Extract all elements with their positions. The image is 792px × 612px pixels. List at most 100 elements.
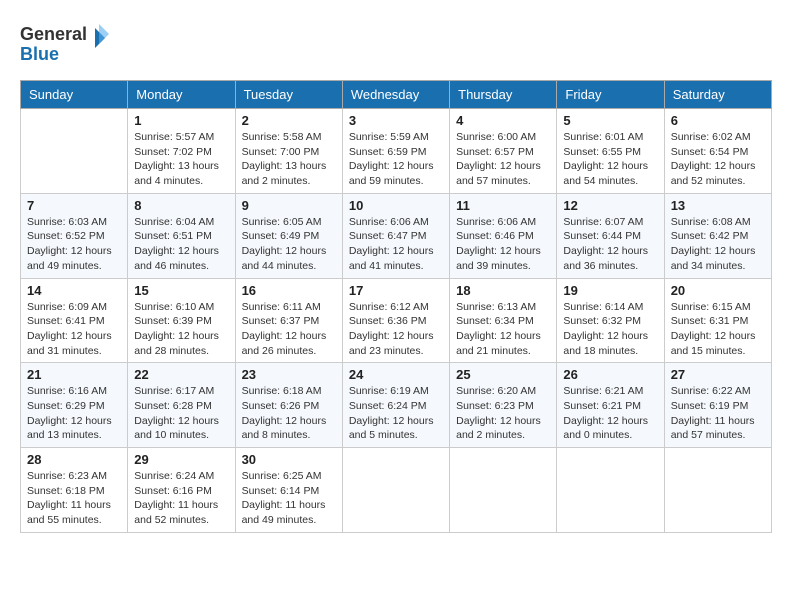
calendar-cell — [664, 448, 771, 533]
calendar-cell: 20 Sunrise: 6:15 AM Sunset: 6:31 PM Dayli… — [664, 278, 771, 363]
day-number: 7 — [27, 198, 121, 213]
calendar-day-header: Monday — [128, 81, 235, 109]
day-info: Sunrise: 6:00 AM Sunset: 6:57 PM Dayligh… — [456, 130, 550, 189]
day-number: 16 — [242, 283, 336, 298]
day-info: Sunrise: 6:03 AM Sunset: 6:52 PM Dayligh… — [27, 215, 121, 274]
calendar-week-row: 1 Sunrise: 5:57 AM Sunset: 7:02 PM Daylig… — [21, 109, 772, 194]
day-info: Sunrise: 5:57 AM Sunset: 7:02 PM Dayligh… — [134, 130, 228, 189]
calendar-cell: 6 Sunrise: 6:02 AM Sunset: 6:54 PM Daylig… — [664, 109, 771, 194]
day-number: 11 — [456, 198, 550, 213]
day-number: 10 — [349, 198, 443, 213]
calendar-day-header: Thursday — [450, 81, 557, 109]
day-info: Sunrise: 6:14 AM Sunset: 6:32 PM Dayligh… — [563, 300, 657, 359]
day-info: Sunrise: 6:06 AM Sunset: 6:46 PM Dayligh… — [456, 215, 550, 274]
day-number: 21 — [27, 367, 121, 382]
calendar-week-row: 14 Sunrise: 6:09 AM Sunset: 6:41 PM Dayli… — [21, 278, 772, 363]
calendar-week-row: 21Sunrise: 6:16 AM Sunset: 6:29 PM Dayli… — [21, 363, 772, 448]
day-number: 29 — [134, 452, 228, 467]
day-number: 6 — [671, 113, 765, 128]
day-info: Sunrise: 5:59 AM Sunset: 6:59 PM Dayligh… — [349, 130, 443, 189]
page-header: General Blue — [20, 20, 772, 70]
day-info: Sunrise: 6:02 AM Sunset: 6:54 PM Dayligh… — [671, 130, 765, 189]
calendar-cell: 17 Sunrise: 6:12 AM Sunset: 6:36 PM Dayli… — [342, 278, 449, 363]
calendar-cell: 24 Sunrise: 6:19 AM Sunset: 6:24 PM Dayli… — [342, 363, 449, 448]
day-info: Sunrise: 6:20 AM Sunset: 6:23 PM Dayligh… — [456, 384, 550, 443]
calendar-cell — [557, 448, 664, 533]
calendar-header-row: SundayMondayTuesdayWednesdayThursdayFrid… — [21, 81, 772, 109]
calendar-week-row: 7 Sunrise: 6:03 AM Sunset: 6:52 PM Daylig… — [21, 193, 772, 278]
calendar-cell: 15 Sunrise: 6:10 AM Sunset: 6:39 PM Dayli… — [128, 278, 235, 363]
day-info: Sunrise: 6:12 AM Sunset: 6:36 PM Dayligh… — [349, 300, 443, 359]
calendar-day-header: Sunday — [21, 81, 128, 109]
calendar-cell: 23 Sunrise: 6:18 AM Sunset: 6:26 PM Dayli… — [235, 363, 342, 448]
calendar-cell: 8 Sunrise: 6:04 AM Sunset: 6:51 PM Daylig… — [128, 193, 235, 278]
day-number: 24 — [349, 367, 443, 382]
day-number: 27 — [671, 367, 765, 382]
day-number: 5 — [563, 113, 657, 128]
calendar-cell: 18Sunrise: 6:13 AM Sunset: 6:34 PM Dayli… — [450, 278, 557, 363]
calendar-cell: 4 Sunrise: 6:00 AM Sunset: 6:57 PM Daylig… — [450, 109, 557, 194]
day-info: Sunrise: 6:15 AM Sunset: 6:31 PM Dayligh… — [671, 300, 765, 359]
calendar-cell — [450, 448, 557, 533]
day-number: 8 — [134, 198, 228, 213]
calendar-cell: 16 Sunrise: 6:11 AM Sunset: 6:37 PM Dayli… — [235, 278, 342, 363]
calendar-cell: 3 Sunrise: 5:59 AM Sunset: 6:59 PM Daylig… — [342, 109, 449, 194]
day-number: 4 — [456, 113, 550, 128]
day-info: Sunrise: 6:10 AM Sunset: 6:39 PM Dayligh… — [134, 300, 228, 359]
day-number: 28 — [27, 452, 121, 467]
day-info: Sunrise: 6:07 AM Sunset: 6:44 PM Dayligh… — [563, 215, 657, 274]
day-number: 9 — [242, 198, 336, 213]
day-number: 1 — [134, 113, 228, 128]
day-info: Sunrise: 6:25 AM Sunset: 6:14 PM Dayligh… — [242, 469, 336, 528]
day-number: 30 — [242, 452, 336, 467]
calendar-cell: 7 Sunrise: 6:03 AM Sunset: 6:52 PM Daylig… — [21, 193, 128, 278]
day-info: Sunrise: 6:19 AM Sunset: 6:24 PM Dayligh… — [349, 384, 443, 443]
day-info: Sunrise: 6:21 AM Sunset: 6:21 PM Dayligh… — [563, 384, 657, 443]
calendar-cell: 14 Sunrise: 6:09 AM Sunset: 6:41 PM Dayli… — [21, 278, 128, 363]
day-info: Sunrise: 6:23 AM Sunset: 6:18 PM Dayligh… — [27, 469, 121, 528]
calendar-cell: 5Sunrise: 6:01 AM Sunset: 6:55 PM Daylig… — [557, 109, 664, 194]
calendar-cell: 27 Sunrise: 6:22 AM Sunset: 6:19 PM Dayli… — [664, 363, 771, 448]
day-number: 19 — [563, 283, 657, 298]
day-info: Sunrise: 6:22 AM Sunset: 6:19 PM Dayligh… — [671, 384, 765, 443]
calendar-cell: 2Sunrise: 5:58 AM Sunset: 7:00 PM Daylig… — [235, 109, 342, 194]
calendar-day-header: Saturday — [664, 81, 771, 109]
day-info: Sunrise: 6:04 AM Sunset: 6:51 PM Dayligh… — [134, 215, 228, 274]
day-number: 13 — [671, 198, 765, 213]
day-info: Sunrise: 6:09 AM Sunset: 6:41 PM Dayligh… — [27, 300, 121, 359]
calendar-cell: 13 Sunrise: 6:08 AM Sunset: 6:42 PM Dayli… — [664, 193, 771, 278]
calendar-cell: 28 Sunrise: 6:23 AM Sunset: 6:18 PM Dayli… — [21, 448, 128, 533]
calendar-cell: 1 Sunrise: 5:57 AM Sunset: 7:02 PM Daylig… — [128, 109, 235, 194]
day-info: Sunrise: 6:11 AM Sunset: 6:37 PM Dayligh… — [242, 300, 336, 359]
svg-text:Blue: Blue — [20, 44, 59, 64]
calendar-cell — [342, 448, 449, 533]
day-info: Sunrise: 6:24 AM Sunset: 6:16 PM Dayligh… — [134, 469, 228, 528]
day-number: 23 — [242, 367, 336, 382]
calendar-day-header: Wednesday — [342, 81, 449, 109]
calendar-day-header: Tuesday — [235, 81, 342, 109]
day-info: Sunrise: 6:13 AM Sunset: 6:34 PM Dayligh… — [456, 300, 550, 359]
calendar-day-header: Friday — [557, 81, 664, 109]
day-number: 25 — [456, 367, 550, 382]
day-info: Sunrise: 6:18 AM Sunset: 6:26 PM Dayligh… — [242, 384, 336, 443]
day-info: Sunrise: 6:08 AM Sunset: 6:42 PM Dayligh… — [671, 215, 765, 274]
calendar-cell: 11 Sunrise: 6:06 AM Sunset: 6:46 PM Dayli… — [450, 193, 557, 278]
calendar-table: SundayMondayTuesdayWednesdayThursdayFrid… — [20, 80, 772, 533]
day-info: Sunrise: 6:17 AM Sunset: 6:28 PM Dayligh… — [134, 384, 228, 443]
calendar-cell: 19 Sunrise: 6:14 AM Sunset: 6:32 PM Dayli… — [557, 278, 664, 363]
calendar-week-row: 28 Sunrise: 6:23 AM Sunset: 6:18 PM Dayli… — [21, 448, 772, 533]
day-number: 2 — [242, 113, 336, 128]
day-number: 14 — [27, 283, 121, 298]
calendar-cell — [21, 109, 128, 194]
day-number: 12 — [563, 198, 657, 213]
svg-text:General: General — [20, 24, 87, 44]
day-number: 17 — [349, 283, 443, 298]
calendar-cell: 9Sunrise: 6:05 AM Sunset: 6:49 PM Daylig… — [235, 193, 342, 278]
day-number: 20 — [671, 283, 765, 298]
calendar-cell: 22Sunrise: 6:17 AM Sunset: 6:28 PM Dayli… — [128, 363, 235, 448]
day-number: 26 — [563, 367, 657, 382]
calendar-cell: 30 Sunrise: 6:25 AM Sunset: 6:14 PM Dayli… — [235, 448, 342, 533]
day-number: 15 — [134, 283, 228, 298]
calendar-cell: 10Sunrise: 6:06 AM Sunset: 6:47 PM Dayli… — [342, 193, 449, 278]
day-number: 3 — [349, 113, 443, 128]
